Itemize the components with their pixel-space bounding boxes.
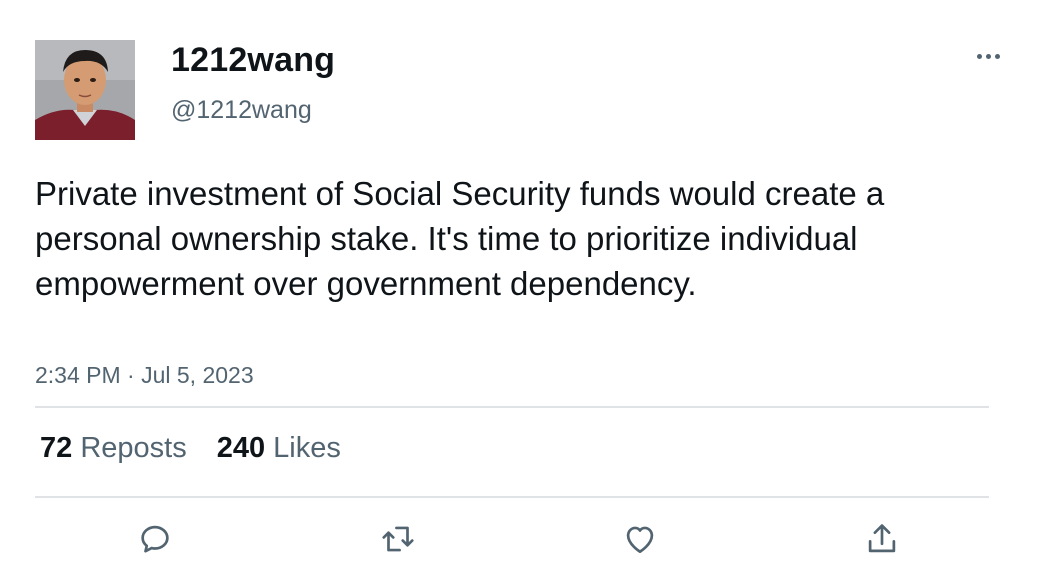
avatar-photo-icon <box>35 40 135 140</box>
more-dots-icon <box>994 53 1000 59</box>
engagement-stats: 72 Reposts 240 Likes <box>40 432 341 465</box>
more-dots-icon <box>976 53 982 59</box>
reply-button[interactable] <box>133 517 177 561</box>
likes-label: Likes <box>273 432 341 464</box>
reposts-count: 72 <box>40 432 81 464</box>
tweet-timestamp[interactable]: 2:34 PM · Jul 5, 2023 <box>35 362 254 389</box>
reply-icon <box>141 525 169 553</box>
tweet-card: 1212wang @1212wang Private investment of… <box>0 0 1050 570</box>
repost-button[interactable] <box>376 517 420 561</box>
user-handle[interactable]: @1212wang <box>171 96 312 125</box>
more-dots-icon <box>985 53 991 59</box>
likes-stat[interactable]: 240 Likes <box>217 432 341 465</box>
share-icon <box>868 524 896 553</box>
repost-icon <box>382 526 414 552</box>
display-name[interactable]: 1212wang <box>171 41 335 80</box>
reposts-label: Reposts <box>80 432 187 464</box>
avatar[interactable] <box>35 40 135 140</box>
likes-count: 240 <box>216 432 274 464</box>
share-button[interactable] <box>860 517 904 561</box>
reposts-stat[interactable]: 72 Reposts <box>40 432 187 465</box>
heart-icon <box>626 526 654 554</box>
divider <box>35 496 989 498</box>
tweet-text: Private investment of Social Security fu… <box>35 175 885 302</box>
divider <box>35 406 989 408</box>
like-button[interactable] <box>618 517 662 561</box>
more-options-button[interactable] <box>970 46 1006 66</box>
